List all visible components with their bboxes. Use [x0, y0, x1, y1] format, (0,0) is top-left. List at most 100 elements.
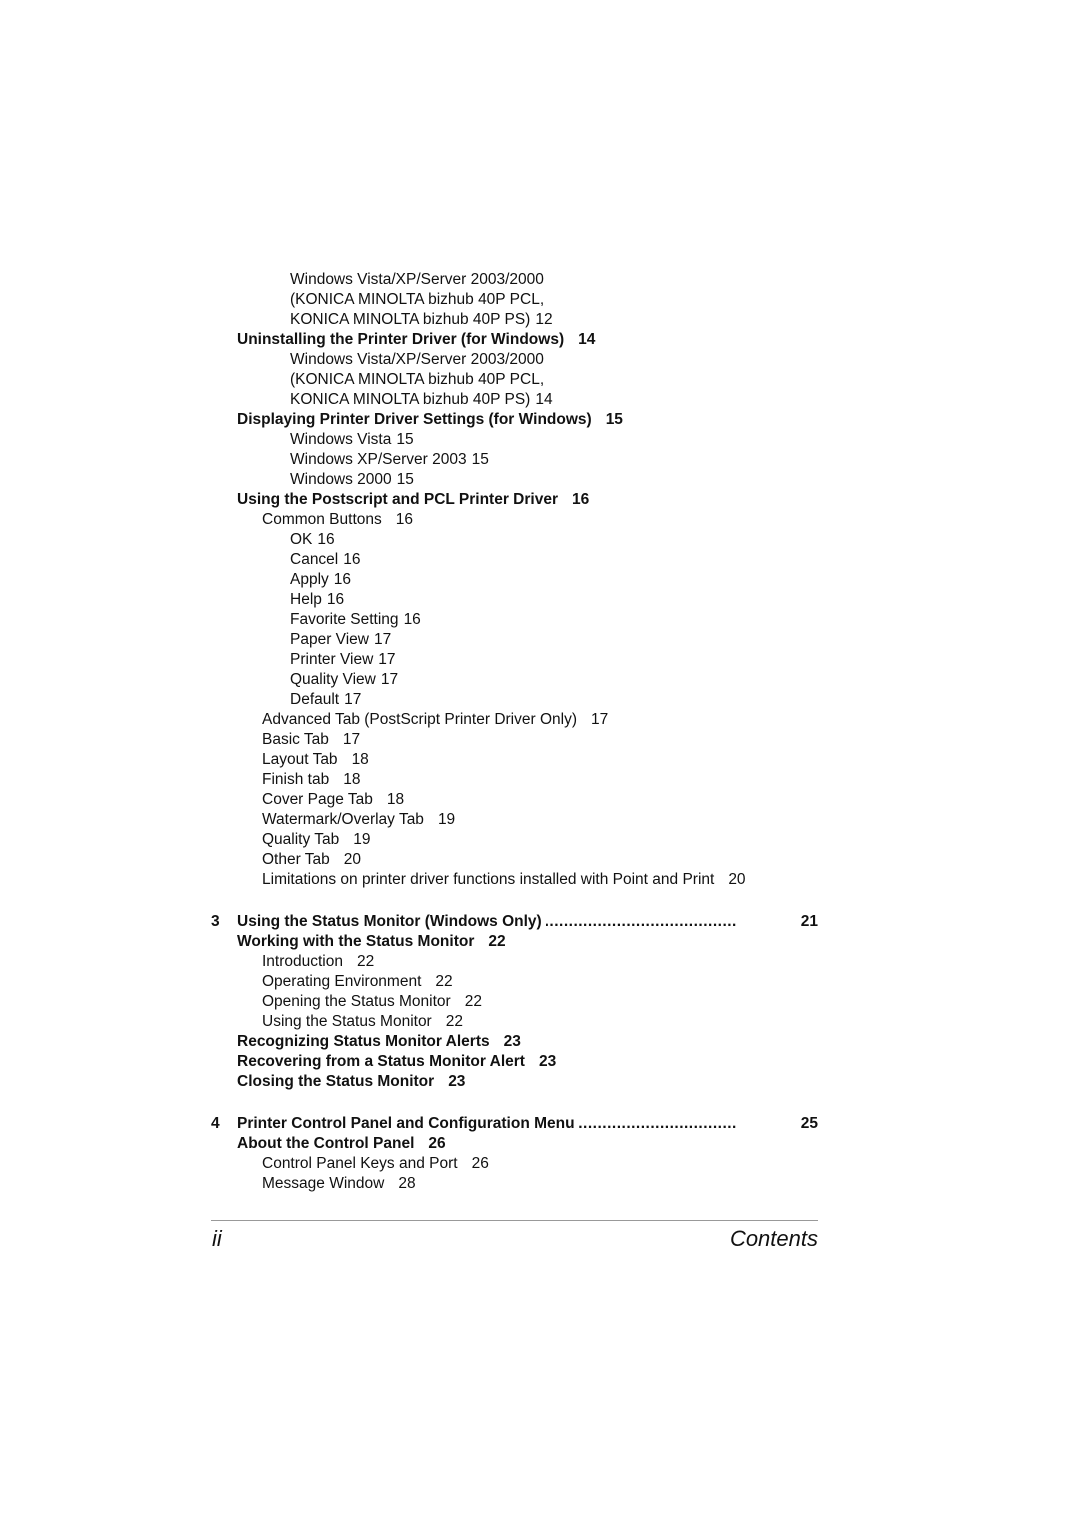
- toc-entry-title[interactable]: Printer View: [290, 651, 373, 668]
- toc-entry-page[interactable]: 12: [535, 311, 552, 328]
- chapter-title[interactable]: Using the Status Monitor (Windows Only): [237, 912, 546, 932]
- toc-entry-page[interactable]: 22: [357, 953, 374, 970]
- toc-entry[interactable]: Layout Tab 18: [0, 750, 1080, 770]
- toc-entry[interactable]: Control Panel Keys and Port 26: [0, 1154, 1080, 1174]
- toc-entry-title[interactable]: Quality Tab: [262, 831, 339, 848]
- toc-entry-title[interactable]: Closing the Status Monitor: [237, 1073, 434, 1090]
- toc-entry-title[interactable]: Windows XP/Server 2003: [290, 451, 467, 468]
- toc-entry-page[interactable]: 19: [353, 831, 370, 848]
- toc-entry[interactable]: Advanced Tab (PostScript Printer Driver …: [0, 710, 1080, 730]
- toc-entry-title[interactable]: Favorite Setting: [290, 611, 399, 628]
- toc-entry-page[interactable]: 16: [572, 491, 589, 508]
- toc-entry-title[interactable]: Recovering from a Status Monitor Alert: [237, 1053, 525, 1070]
- toc-entry-page[interactable]: 20: [728, 871, 745, 888]
- toc-entry[interactable]: Help 16: [0, 590, 1080, 610]
- toc-entry[interactable]: Watermark/Overlay Tab 19: [0, 810, 1080, 830]
- toc-entry[interactable]: Recovering from a Status Monitor Alert 23: [0, 1052, 1080, 1072]
- toc-entry-page[interactable]: 15: [606, 411, 623, 428]
- toc-entry[interactable]: KONICA MINOLTA bizhub 40P PS) 12: [0, 310, 1080, 330]
- toc-entry-page[interactable]: 28: [398, 1175, 415, 1192]
- toc-entry[interactable]: Windows Vista 15: [0, 430, 1080, 450]
- toc-entry-page[interactable]: 22: [465, 993, 482, 1010]
- toc-entry-page[interactable]: 15: [396, 431, 413, 448]
- toc-entry-page[interactable]: 16: [334, 571, 351, 588]
- toc-entry[interactable]: Other Tab 20: [0, 850, 1080, 870]
- toc-entry-page[interactable]: 17: [381, 671, 398, 688]
- toc-entry-title[interactable]: Control Panel Keys and Port: [262, 1155, 458, 1172]
- toc-entry-page[interactable]: 16: [317, 531, 334, 548]
- toc-entry-title[interactable]: Using the Status Monitor: [262, 1013, 432, 1030]
- toc-entry[interactable]: Paper View 17: [0, 630, 1080, 650]
- toc-entry-page[interactable]: 16: [396, 511, 413, 528]
- toc-entry[interactable]: Limitations on printer driver functions …: [0, 870, 1080, 890]
- chapter-page[interactable]: 25: [800, 1114, 818, 1134]
- toc-entry-title[interactable]: Windows Vista: [290, 431, 391, 448]
- toc-entry-title[interactable]: KONICA MINOLTA bizhub 40P PS): [290, 311, 530, 328]
- toc-entry-title[interactable]: Basic Tab: [262, 731, 329, 748]
- toc-entry[interactable]: (KONICA MINOLTA bizhub 40P PCL,: [0, 370, 1080, 390]
- toc-entry-page[interactable]: 22: [488, 933, 505, 950]
- toc-entry-page[interactable]: 23: [539, 1053, 556, 1070]
- toc-entry[interactable]: Windows 2000 15: [0, 470, 1080, 490]
- toc-entry[interactable]: Uninstalling the Printer Driver (for Win…: [0, 330, 1080, 350]
- toc-entry-title[interactable]: Message Window: [262, 1175, 384, 1192]
- toc-entry[interactable]: Quality View 17: [0, 670, 1080, 690]
- toc-entry[interactable]: KONICA MINOLTA bizhub 40P PS) 14: [0, 390, 1080, 410]
- toc-entry-page[interactable]: 19: [438, 811, 455, 828]
- toc-entry[interactable]: Finish tab 18: [0, 770, 1080, 790]
- toc-entry-page[interactable]: 18: [352, 751, 369, 768]
- toc-entry[interactable]: About the Control Panel 26: [0, 1134, 1080, 1154]
- toc-entry[interactable]: Using the Status Monitor 22: [0, 1012, 1080, 1032]
- toc-entry-page[interactable]: 15: [397, 471, 414, 488]
- toc-entry-title[interactable]: Using the Postscript and PCL Printer Dri…: [237, 491, 558, 508]
- toc-entry-page[interactable]: 20: [344, 851, 361, 868]
- toc-entry-page[interactable]: 14: [578, 331, 595, 348]
- toc-entry-title[interactable]: Layout Tab: [262, 751, 338, 768]
- toc-entry-page[interactable]: 17: [343, 731, 360, 748]
- toc-entry[interactable]: Displaying Printer Driver Settings (for …: [0, 410, 1080, 430]
- toc-entry-title[interactable]: Common Buttons: [262, 511, 382, 528]
- toc-entry[interactable]: Default 17: [0, 690, 1080, 710]
- toc-entry[interactable]: Windows Vista/XP/Server 2003/2000: [0, 270, 1080, 290]
- toc-entry[interactable]: Basic Tab 17: [0, 730, 1080, 750]
- toc-entry-title[interactable]: (KONICA MINOLTA bizhub 40P PCL,: [290, 291, 544, 308]
- toc-entry-page[interactable]: 16: [404, 611, 421, 628]
- toc-entry[interactable]: Quality Tab 19: [0, 830, 1080, 850]
- chapter-page[interactable]: 21: [800, 912, 818, 932]
- toc-entry-title[interactable]: Opening the Status Monitor: [262, 993, 451, 1010]
- toc-entry[interactable]: Closing the Status Monitor 23: [0, 1072, 1080, 1092]
- toc-entry-title[interactable]: Watermark/Overlay Tab: [262, 811, 424, 828]
- toc-entry-title[interactable]: Windows 2000: [290, 471, 392, 488]
- toc-entry[interactable]: Cancel 16: [0, 550, 1080, 570]
- toc-entry[interactable]: Windows XP/Server 2003 15: [0, 450, 1080, 470]
- toc-entry-page[interactable]: 14: [535, 391, 552, 408]
- toc-entry-title[interactable]: Cancel: [290, 551, 338, 568]
- chapter-title[interactable]: Printer Control Panel and Configuration …: [237, 1114, 579, 1134]
- toc-entry[interactable]: Recognizing Status Monitor Alerts 23: [0, 1032, 1080, 1052]
- toc-entry-title[interactable]: Default: [290, 691, 339, 708]
- toc-entry-title[interactable]: Cover Page Tab: [262, 791, 373, 808]
- toc-entry[interactable]: Working with the Status Monitor 22: [0, 932, 1080, 952]
- toc-entry[interactable]: Opening the Status Monitor 22: [0, 992, 1080, 1012]
- toc-entry-page[interactable]: 16: [327, 591, 344, 608]
- toc-entry-title[interactable]: Windows Vista/XP/Server 2003/2000: [290, 351, 544, 368]
- toc-entry-page[interactable]: 26: [428, 1135, 445, 1152]
- toc-entry[interactable]: OK 16: [0, 530, 1080, 550]
- toc-entry-page[interactable]: 18: [343, 771, 360, 788]
- toc-entry-title[interactable]: Quality View: [290, 671, 376, 688]
- toc-entry[interactable]: Using the Postscript and PCL Printer Dri…: [0, 490, 1080, 510]
- toc-entry-title[interactable]: Limitations on printer driver functions …: [262, 871, 714, 888]
- toc-entry-page[interactable]: 26: [472, 1155, 489, 1172]
- toc-entry-title[interactable]: Uninstalling the Printer Driver (for Win…: [237, 331, 564, 348]
- toc-entry-title[interactable]: Displaying Printer Driver Settings (for …: [237, 411, 592, 428]
- toc-entry-title[interactable]: Advanced Tab (PostScript Printer Driver …: [262, 711, 577, 728]
- toc-entry[interactable]: Introduction 22: [0, 952, 1080, 972]
- toc-entry-title[interactable]: Help: [290, 591, 322, 608]
- toc-entry-title[interactable]: Finish tab: [262, 771, 329, 788]
- toc-entry-page[interactable]: 17: [591, 711, 608, 728]
- toc-entry-page[interactable]: 17: [378, 651, 395, 668]
- chapter-3-heading[interactable]: 3 ......................................…: [0, 912, 1080, 932]
- toc-entry-page[interactable]: 16: [343, 551, 360, 568]
- toc-entry-title[interactable]: Working with the Status Monitor: [237, 933, 474, 950]
- toc-entry[interactable]: Favorite Setting 16: [0, 610, 1080, 630]
